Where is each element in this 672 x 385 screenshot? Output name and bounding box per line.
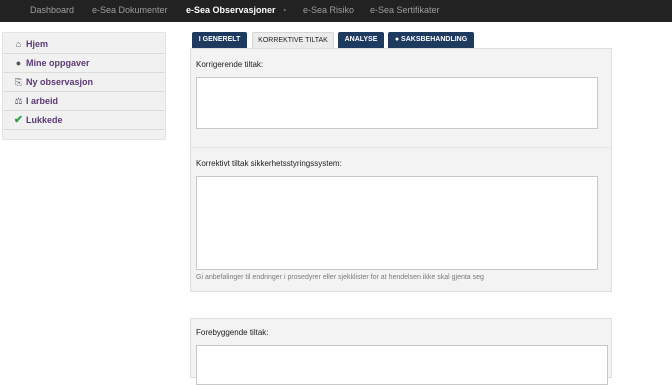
korrigerende-tiltak-textarea[interactable] [196, 77, 598, 129]
forebyggende-tiltak-textarea[interactable] [196, 345, 608, 385]
info-icon: i [198, 36, 201, 43]
nav-esea-sertifikater[interactable]: e-Sea Sertifikater [370, 0, 440, 22]
speech-bubble-icon: ● [15, 58, 22, 68]
tab-analyse[interactable]: ANALYSE [338, 32, 384, 48]
nav-esea-observasjoner[interactable]: e-Sea Observasjoner ▫ [186, 0, 286, 22]
sidebar-item-hjem[interactable]: ⌂ Hjem [3, 35, 165, 54]
sidebar-item-label: Hjem [26, 39, 49, 49]
tab-generelt[interactable]: i GENERELT [192, 32, 247, 48]
tab-label: SAKSBEHANDLING [401, 36, 468, 43]
home-icon: ⌂ [15, 39, 22, 49]
checkmark-icon: ✔ [13, 114, 24, 126]
korrektive-tiltak-panel: Korrigerende tiltak: Korrektivt tiltak s… [190, 48, 612, 292]
sidebar-item-mine-oppgaver[interactable]: ● Mine oppgaver [3, 54, 165, 73]
korrektivt-tiltak-help-text: Gi anbefalinger til endringer i prosedyr… [196, 274, 484, 281]
sidebar-item-label: Ny observasjon [26, 77, 94, 87]
nav-esea-observasjoner-label: e-Sea Observasjoner [186, 5, 276, 15]
korrigerende-tiltak-label: Korrigerende tiltak: [196, 60, 264, 69]
forebyggende-tiltak-label: Forebyggende tiltak: [196, 328, 269, 337]
nav-dashboard[interactable]: Dashboard [30, 0, 74, 22]
sidebar-item-label: I arbeid [26, 96, 59, 106]
tab-label: GENERELT [202, 36, 241, 43]
sidebar-item-label: Mine oppgaver [26, 58, 90, 68]
tab-korrektive-tiltak[interactable]: KORREKTIVE TILTAK [252, 32, 334, 48]
speech-bubble-icon: ● [394, 36, 400, 43]
tab-saksbehandling[interactable]: ● SAKSBEHANDLING [388, 32, 474, 48]
tab-label: ANALYSE [344, 36, 378, 43]
korrektivt-tiltak-textarea[interactable] [196, 176, 598, 270]
forebyggende-tiltak-panel: Forebyggende tiltak: [190, 318, 612, 385]
tab-label: KORREKTIVE TILTAK [258, 37, 328, 44]
sidebar-item-i-arbeid[interactable]: ⚖ I arbeid [3, 92, 165, 111]
nav-esea-dokumenter[interactable]: e-Sea Dokumenter [92, 0, 168, 22]
clipboard-icon: ⎘ [14, 77, 23, 87]
nav-esea-risiko[interactable]: e-Sea Risiko [303, 0, 354, 22]
scale-icon: ⚖ [14, 96, 23, 106]
sidebar-item-lukkede[interactable]: ✔ Lukkede [3, 111, 165, 130]
sidebar-item-label: Lukkede [26, 115, 63, 125]
sidebar-item-ny-observasjon[interactable]: ⎘ Ny observasjon [3, 73, 165, 92]
top-navbar: Dashboard e-Sea Dokumenter e-Sea Observa… [0, 0, 672, 22]
section-divider [191, 147, 611, 148]
korrektivt-tiltak-label: Korrektivt tiltak sikkerhetsstyringssyst… [196, 159, 342, 168]
dropdown-caret-icon: ▫ [283, 8, 286, 14]
sidebar: ⌂ Hjem ● Mine oppgaver ⎘ Ny observasjon ⚖ I … [2, 32, 166, 140]
